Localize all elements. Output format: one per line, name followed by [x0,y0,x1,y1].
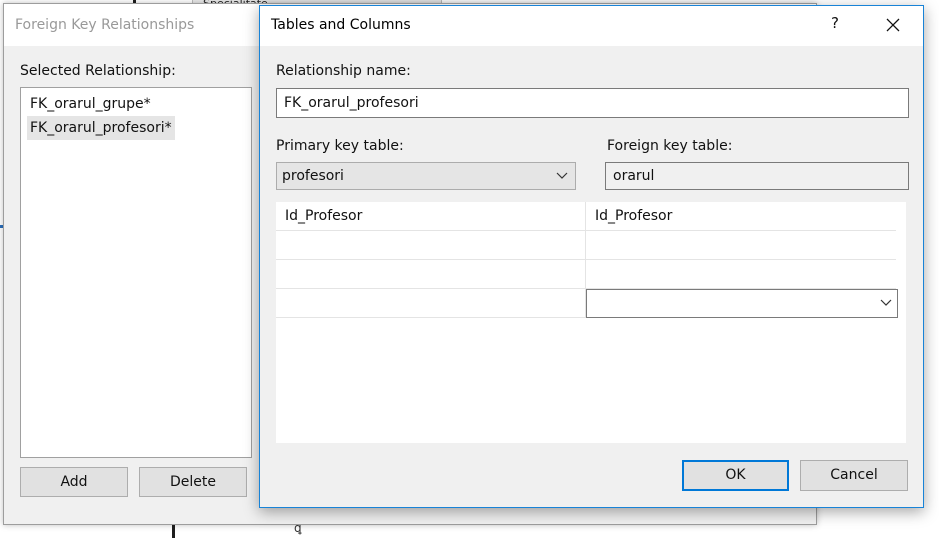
add-button[interactable]: Add [20,467,128,497]
chevron-down-icon [880,299,892,306]
table-row: Id_Profesor Id_Profesor [276,202,896,231]
selected-relationship-label: Selected Relationship: [20,63,176,79]
foreign-column-dropdown[interactable] [586,289,898,318]
column-mapping-grid: Id_Profesor Id_Profesor [276,202,906,443]
tc-titlebar: Tables and Columns ? [260,6,923,46]
close-icon[interactable] [878,10,908,40]
table-row [276,260,896,289]
ok-button[interactable]: OK [682,460,789,491]
foreign-column-cell[interactable]: Id_Profesor [586,202,896,231]
tc-dialog-title: Tables and Columns [271,17,411,33]
foreign-key-table-label: Foreign key table: [607,138,733,154]
primary-column-cell[interactable] [276,260,586,289]
primary-key-table-label: Primary key table: [276,138,404,154]
primary-column-cell[interactable]: Id_Profesor [276,202,586,231]
relationship-name-field[interactable]: FK_orarul_profesori [276,88,909,118]
chevron-down-icon [556,172,568,179]
close-icon-glyph [886,18,900,32]
relationship-item-label[interactable]: FK_orarul_profesori* [27,116,175,140]
foreign-column-cell[interactable] [586,260,896,289]
relationship-list[interactable]: FK_orarul_grupe* FK_orarul_profesori* [20,87,252,458]
background-divider [172,525,175,538]
relationship-item-label[interactable]: FK_orarul_grupe* [27,96,151,112]
cancel-button[interactable]: Cancel [800,460,908,491]
tables-and-columns-dialog: Tables and Columns ? Relationship name: … [259,5,924,508]
list-item[interactable]: FK_orarul_grupe* [27,92,251,116]
foreign-column-cell[interactable] [586,231,896,260]
table-row [276,231,896,260]
foreign-key-table-field: orarul [605,162,909,190]
primary-key-table-select[interactable]: profesori [276,162,576,190]
list-item[interactable]: FK_orarul_profesori* [27,116,251,140]
primary-column-cell[interactable] [276,289,586,318]
delete-button[interactable]: Delete [139,467,247,497]
primary-column-cell[interactable] [276,231,586,260]
help-icon[interactable]: ? [825,14,845,36]
primary-key-table-value: profesori [282,168,344,184]
relationship-name-label: Relationship name: [276,63,411,79]
